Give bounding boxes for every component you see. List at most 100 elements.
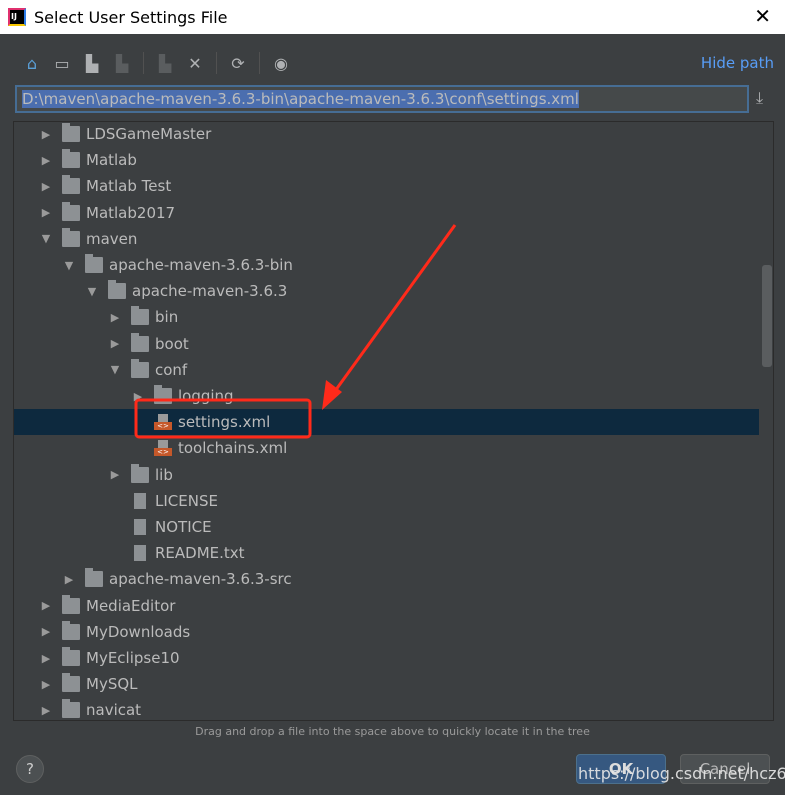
- folder-icon: [154, 385, 172, 404]
- tree-item-label: apache-maven-3.6.3-src: [109, 570, 292, 589]
- tree-item-label: bin: [155, 308, 179, 327]
- tree-item[interactable]: settings.xml: [14, 409, 759, 436]
- chevron-right-icon[interactable]: ▶: [40, 652, 52, 665]
- tree-item[interactable]: LICENSE: [14, 488, 759, 514]
- tree-item[interactable]: ▶ MyEclipse10: [14, 645, 759, 671]
- folder-icon: [62, 201, 80, 221]
- folder-icon: [131, 463, 149, 483]
- tree-item[interactable]: ▼ apache-maven-3.6.3: [14, 278, 759, 304]
- tree-item[interactable]: ▶ Matlab2017: [14, 200, 759, 226]
- help-button[interactable]: ?: [16, 755, 44, 783]
- tree-item-label: MyEclipse10: [86, 649, 180, 667]
- toolbar-separator: [143, 52, 144, 74]
- folder-icon: [131, 306, 149, 326]
- tree-item[interactable]: ▶ boot: [14, 331, 759, 357]
- folder-icon: [62, 699, 80, 719]
- chevron-right-icon[interactable]: ▶: [109, 468, 121, 481]
- intellij-logo-icon: IJ: [8, 8, 26, 26]
- tree-item-label: boot: [155, 334, 189, 353]
- chevron-down-icon[interactable]: ▼: [86, 285, 98, 298]
- file-tree[interactable]: ▶ navicat ▶ MySQL ▶ MyEclipse10 ▶ MyDownloads ▶ M…: [13, 121, 774, 721]
- tree-item-label: MediaEditor: [86, 596, 176, 615]
- close-icon[interactable]: ✕: [754, 4, 771, 28]
- tree-item[interactable]: ▶ MySQL: [14, 671, 759, 697]
- chevron-right-icon[interactable]: ▶: [40, 180, 52, 193]
- folder-icon: [62, 123, 80, 142]
- watermark: https://blog.csdn.net/hcz666: [578, 764, 785, 783]
- tree-item[interactable]: ▶ apache-maven-3.6.3-src: [14, 566, 759, 592]
- path-value: D:\maven\apache-maven-3.6.3-bin\apache-m…: [22, 90, 579, 108]
- tree-item-label: Matlab Test: [86, 177, 172, 196]
- folder-icon: [131, 358, 149, 378]
- tree-item-label: README.txt: [155, 544, 245, 563]
- chevron-right-icon[interactable]: ▶: [63, 573, 75, 586]
- chevron-right-icon[interactable]: ▶: [109, 311, 121, 324]
- chevron-down-icon[interactable]: ▼: [63, 259, 75, 272]
- tree-item[interactable]: toolchains.xml: [14, 435, 759, 461]
- tree-item[interactable]: ▶ MyDownloads: [14, 619, 759, 645]
- chevron-right-icon[interactable]: ▶: [40, 128, 52, 141]
- refresh-icon[interactable]: ⟳: [226, 51, 250, 75]
- tree-scrollbar[interactable]: [762, 265, 772, 367]
- folder-icon: [85, 254, 103, 273]
- chevron-right-icon[interactable]: ▶: [40, 206, 52, 219]
- folder-icon: [85, 568, 103, 588]
- tree-item-label: navicat: [86, 701, 142, 720]
- tree-item-label: toolchains.xml: [178, 439, 288, 458]
- tree-item-label: apache-maven-3.6.3: [132, 282, 288, 301]
- tree-item-label: apache-maven-3.6.3-bin: [109, 256, 293, 274]
- tree-item[interactable]: ▼ maven: [14, 226, 759, 252]
- chevron-down-icon[interactable]: ▼: [40, 232, 52, 245]
- folder-icon: [62, 175, 80, 195]
- tree-item[interactable]: ▶ MediaEditor: [14, 593, 759, 619]
- tree-item-label: MySQL: [86, 675, 138, 694]
- folder-icon: [62, 227, 80, 247]
- chevron-right-icon[interactable]: ▶: [40, 599, 52, 612]
- tree-item-label: Matlab: [86, 151, 137, 170]
- tree-item[interactable]: NOTICE: [14, 514, 759, 540]
- tree-item[interactable]: ▶ Matlab: [14, 147, 759, 173]
- tree-item-label: Matlab2017: [86, 203, 176, 222]
- tree-item[interactable]: README.txt: [14, 540, 759, 566]
- download-icon[interactable]: ⤓: [756, 88, 763, 108]
- xml-file-icon: [154, 414, 172, 431]
- path-input[interactable]: D:\maven\apache-maven-3.6.3-bin\apache-m…: [15, 85, 749, 113]
- xml-file-icon: [154, 440, 172, 457]
- tree-item-label: lib: [155, 465, 173, 484]
- file-icon: [134, 519, 146, 535]
- file-icon: [134, 545, 146, 562]
- tree-item-label: settings.xml: [178, 413, 271, 432]
- delete-icon[interactable]: ✕: [183, 51, 207, 75]
- tree-item[interactable]: ▶ navicat: [14, 697, 759, 720]
- folder-icon: [108, 280, 126, 300]
- tree-item[interactable]: ▶ Matlab Test: [14, 173, 759, 199]
- home-icon[interactable]: ⌂: [20, 51, 44, 75]
- toolbar-separator: [259, 52, 260, 74]
- chevron-right-icon[interactable]: ▶: [40, 678, 52, 691]
- tree-item[interactable]: ▼ apache-maven-3.6.3-bin: [14, 252, 759, 278]
- chevron-right-icon[interactable]: ▶: [109, 337, 121, 350]
- tree-item[interactable]: ▶ logging: [14, 383, 759, 409]
- drag-drop-hint: Drag and drop a file into the space abov…: [195, 725, 590, 738]
- chevron-down-icon[interactable]: ▼: [109, 363, 121, 376]
- tree-item-label: logging: [178, 387, 234, 405]
- show-hidden-icon[interactable]: ◉: [269, 51, 293, 75]
- hide-path-link[interactable]: Hide path: [701, 54, 774, 72]
- project-folder-icon[interactable]: ▙: [80, 51, 104, 75]
- tree-item-label: maven: [86, 229, 138, 248]
- tree-item[interactable]: ▶ LDSGameMaster: [14, 122, 759, 147]
- new-folder-icon[interactable]: ▙: [153, 51, 177, 75]
- tree-item[interactable]: ▶ lib: [14, 462, 759, 488]
- module-folder-icon[interactable]: ▙: [110, 51, 134, 75]
- desktop-icon[interactable]: ▭: [50, 51, 74, 75]
- tree-item[interactable]: ▼ conf: [14, 357, 759, 383]
- tree-item-label: NOTICE: [155, 518, 212, 536]
- chevron-right-icon[interactable]: ▶: [40, 154, 52, 167]
- chevron-right-icon[interactable]: ▶: [40, 625, 52, 638]
- folder-icon: [131, 332, 149, 352]
- chevron-right-icon[interactable]: ▶: [132, 390, 144, 403]
- file-icon: [134, 492, 146, 509]
- toolbar-separator: [216, 52, 217, 74]
- chevron-right-icon[interactable]: ▶: [40, 704, 52, 717]
- tree-item[interactable]: ▶ bin: [14, 304, 759, 330]
